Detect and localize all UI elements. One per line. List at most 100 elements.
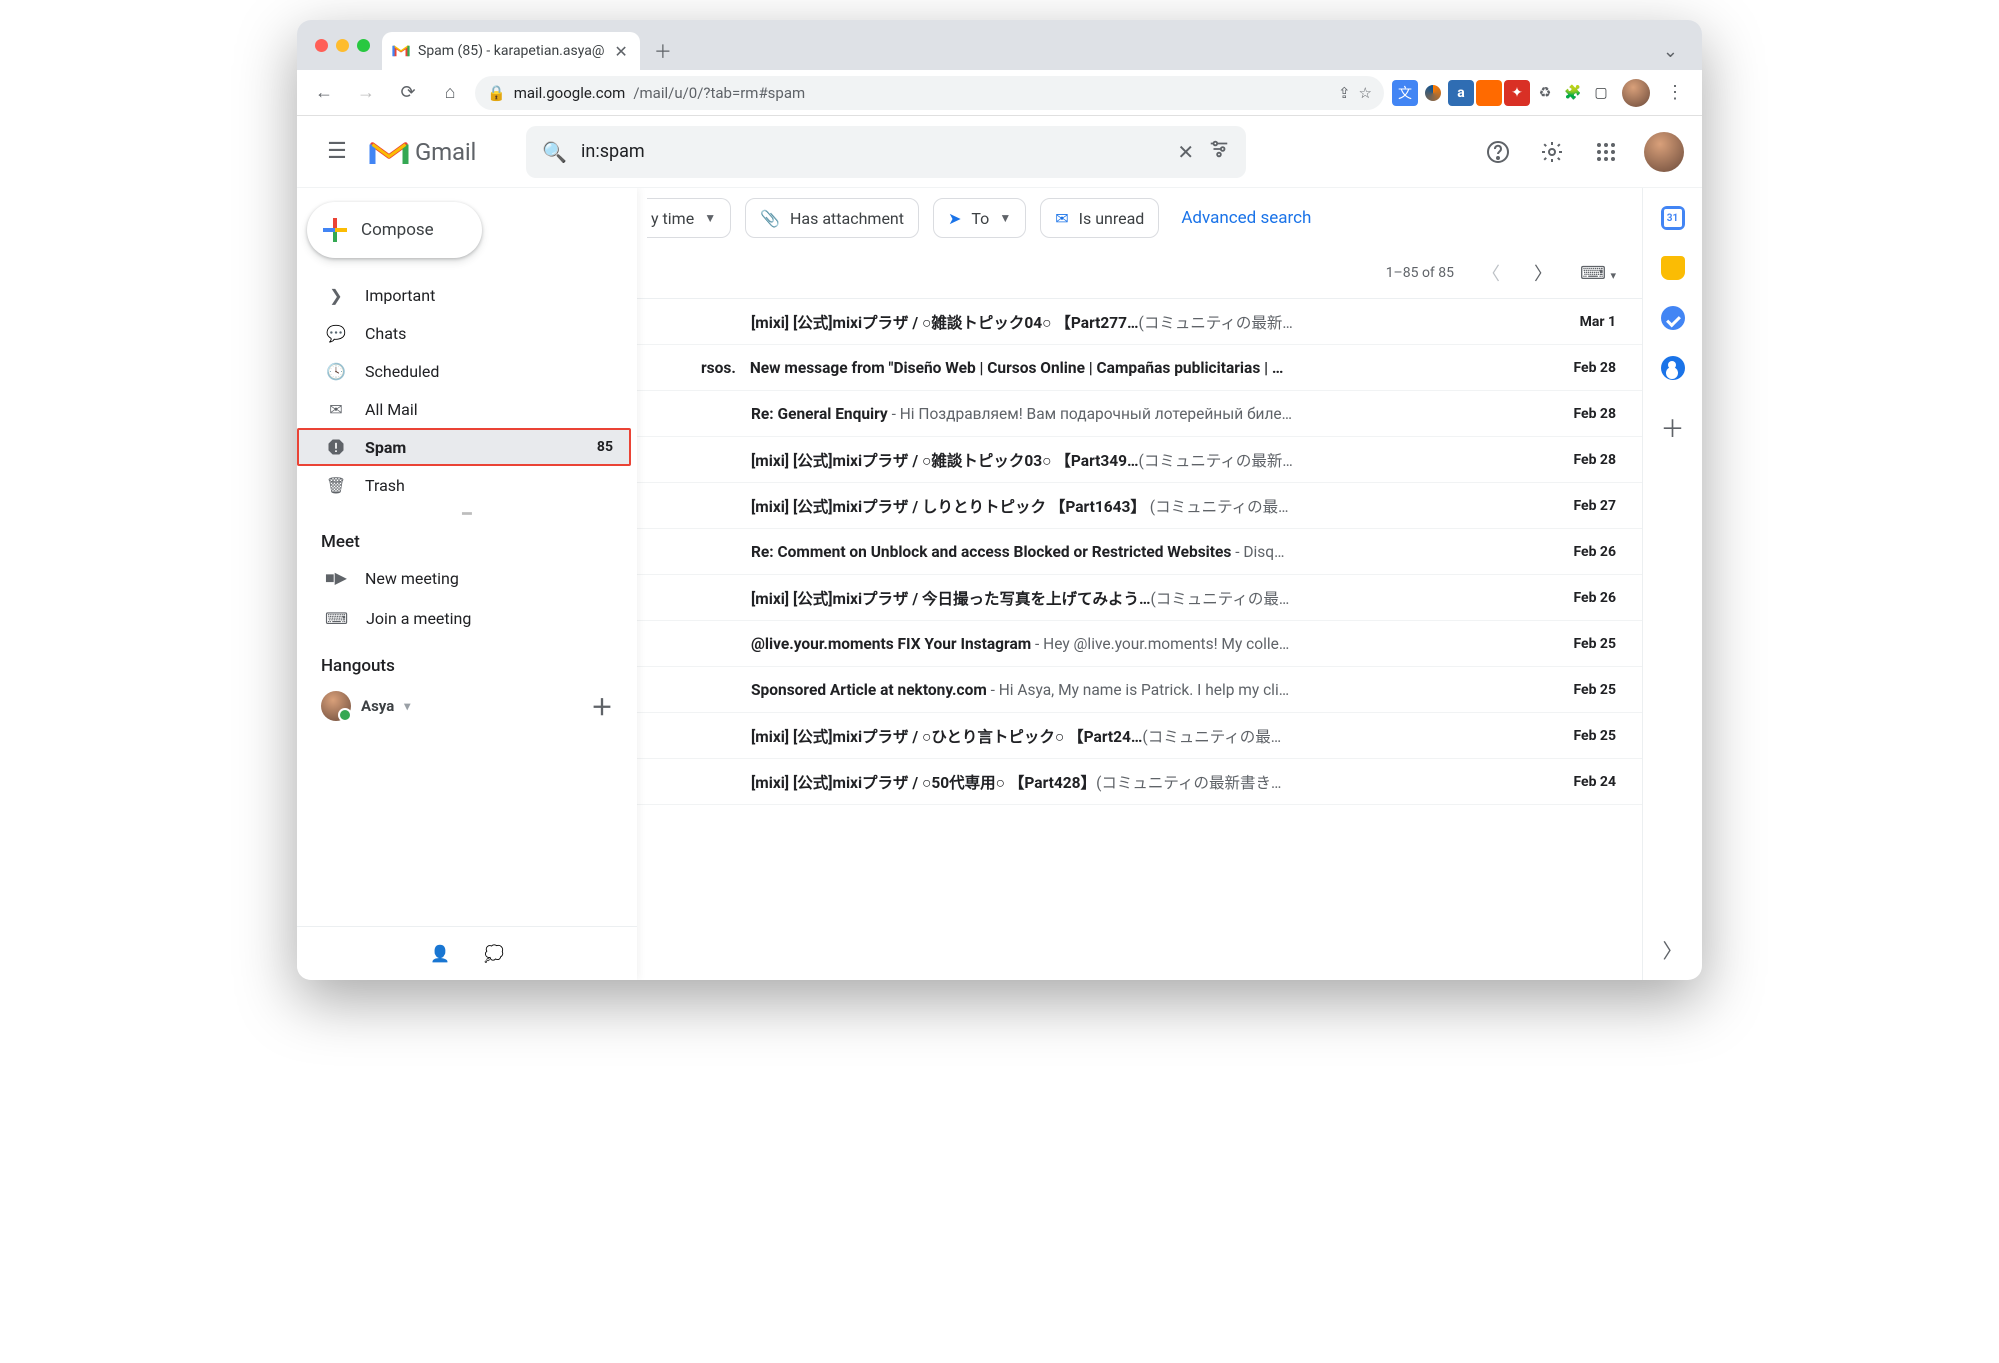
account-avatar[interactable]: [1644, 132, 1684, 172]
extension-box[interactable]: ▢: [1588, 80, 1614, 106]
next-page-button[interactable]: 〉: [1528, 256, 1558, 290]
email-subject: [mixi] [公式]mixiプラザ / しりとりトピック 【Part1643】…: [751, 495, 1532, 517]
sidebar-item-all-mail[interactable]: ✉ All Mail: [297, 390, 637, 428]
close-window-button[interactable]: [315, 39, 328, 52]
tabs-overflow-button[interactable]: ⌄: [1649, 41, 1692, 70]
page-range: 1–85 of 85: [1386, 265, 1454, 281]
side-panel: ＋ 〉: [1642, 188, 1702, 980]
search-icon: 🔍: [542, 140, 567, 164]
address-bar[interactable]: 🔒 mail.google.com/mail/u/0/?tab=rm#spam …: [475, 76, 1384, 110]
email-subject: Re: Comment on Unblock and access Blocke…: [751, 543, 1532, 561]
sidebar-item-chats[interactable]: 💬 Chats: [297, 314, 637, 352]
sidebar: Compose ❯ Important 💬 Chats 🕓 Scheduled …: [297, 188, 637, 980]
sidebar-item-spam[interactable]: Spam 85: [297, 428, 631, 466]
search-input[interactable]: [581, 141, 1163, 162]
email-row[interactable]: rsos.New message from "Diseño Web | Curs…: [637, 345, 1642, 391]
email-subject: Re: General Enquiry - Ні Поздравляем! Ва…: [751, 405, 1532, 423]
email-list: [mixi] [公式]mixiプラザ / ○雑談トピック04○ 【Part277…: [637, 298, 1642, 980]
chip-label: y time: [651, 209, 694, 228]
join-meeting-button[interactable]: ⌨ Join a meeting: [297, 598, 637, 638]
email-row[interactable]: @live.your.moments FIX Your Instagram - …: [637, 621, 1642, 667]
filter-chip-is-unread[interactable]: ✉ Is unread: [1040, 198, 1159, 238]
folder-list: ❯ Important 💬 Chats 🕓 Scheduled ✉ All Ma…: [297, 276, 637, 504]
filter-chip-to[interactable]: ➤ To ▼: [933, 198, 1026, 238]
sidebar-item-scheduled[interactable]: 🕓 Scheduled: [297, 352, 637, 390]
extension-similarweb[interactable]: [1420, 80, 1446, 106]
contacts-addon[interactable]: [1661, 356, 1685, 380]
email-row[interactable]: [mixi] [公式]mixiプラザ / ○雑談トピック03○ 【Part349…: [637, 437, 1642, 483]
extension-recycle[interactable]: ♻: [1532, 80, 1558, 106]
new-meeting-button[interactable]: ■▶ New meeting: [297, 558, 637, 598]
settings-button[interactable]: [1530, 130, 1574, 174]
email-row[interactable]: [mixi] [公式]mixiプラザ / ○雑談トピック04○ 【Part277…: [637, 299, 1642, 345]
clear-search-button[interactable]: ✕: [1177, 140, 1194, 164]
sidebar-item-label: Important: [365, 286, 435, 305]
email-row[interactable]: Re: General Enquiry - Ні Поздравляем! Ва…: [637, 391, 1642, 437]
support-button[interactable]: [1476, 130, 1520, 174]
email-row[interactable]: [mixi] [公式]mixiプラザ / しりとりトピック 【Part1643】…: [637, 483, 1642, 529]
attachment-icon: 📎: [760, 209, 780, 228]
extensions-button[interactable]: 🧩: [1560, 80, 1586, 106]
tasks-addon[interactable]: [1661, 306, 1685, 330]
extension-translate[interactable]: 文: [1392, 80, 1418, 106]
drag-handle[interactable]: ━: [297, 504, 637, 514]
search-bar[interactable]: 🔍 ✕: [526, 126, 1246, 178]
new-hangout-button[interactable]: ＋: [591, 690, 613, 722]
email-date: Feb 25: [1546, 682, 1616, 698]
forward-button[interactable]: →: [349, 76, 383, 110]
filter-chip-has-attachment[interactable]: 📎 Has attachment: [745, 198, 919, 238]
calendar-addon[interactable]: [1661, 206, 1685, 230]
contacts-tab-icon[interactable]: 👤: [430, 944, 450, 963]
prev-page-button[interactable]: 〈: [1476, 256, 1506, 290]
main-menu-button[interactable]: ☰: [315, 130, 359, 174]
label-important-icon: ❯: [325, 286, 347, 305]
hangouts-avatar: [321, 691, 351, 721]
email-row[interactable]: [mixi] [公式]mixiプラザ / ○50代専用○ 【Part428】(コ…: [637, 759, 1642, 805]
filter-chip-row: y time ▼ 📎 Has attachment ➤ To ▼ ✉ Is un…: [637, 188, 1642, 248]
compose-button[interactable]: Compose: [307, 202, 482, 258]
share-icon[interactable]: ⇪: [1338, 84, 1351, 102]
back-button[interactable]: ←: [307, 76, 341, 110]
videocam-icon: ■▶: [325, 568, 347, 588]
extension-ahrefs[interactable]: a: [1448, 80, 1474, 106]
lock-icon: 🔒: [487, 84, 506, 102]
chevron-down-icon: ▾: [404, 699, 410, 713]
sidebar-item-label: Trash: [365, 476, 405, 495]
chip-label: To: [971, 209, 989, 228]
maximize-window-button[interactable]: [357, 39, 370, 52]
url-host: mail.google.com: [514, 84, 626, 102]
google-apps-button[interactable]: [1584, 130, 1628, 174]
advanced-search-link[interactable]: Advanced search: [1181, 208, 1311, 228]
email-row[interactable]: [mixi] [公式]mixiプラザ / 今日撮った写真を上げてみよう…(コミュ…: [637, 575, 1642, 621]
chip-label: Has attachment: [790, 209, 904, 228]
star-icon[interactable]: ☆: [1359, 84, 1372, 102]
hide-side-panel-button[interactable]: 〉: [1663, 935, 1683, 964]
minimize-window-button[interactable]: [336, 39, 349, 52]
email-row[interactable]: Sponsored Article at nektony.com - Hi As…: [637, 667, 1642, 713]
email-row[interactable]: Re: Comment on Unblock and access Blocke…: [637, 529, 1642, 575]
new-tab-button[interactable]: ＋: [648, 36, 678, 66]
search-options-button[interactable]: [1208, 138, 1230, 165]
input-tools-button[interactable]: ⌨ ▾: [1580, 263, 1616, 284]
extension-orange[interactable]: [1476, 80, 1502, 106]
window-controls: [315, 20, 370, 70]
extension-red[interactable]: ✦: [1504, 80, 1530, 106]
hangouts-tab-icon[interactable]: 💭: [484, 944, 504, 963]
email-date: Feb 28: [1546, 360, 1616, 376]
gmail-logo[interactable]: Gmail: [369, 137, 476, 167]
browser-tab[interactable]: Spam (85) - karapetian.asya@ ✕: [382, 32, 640, 70]
hangouts-user-row[interactable]: Asya ▾ ＋: [297, 682, 637, 726]
profile-avatar[interactable]: [1622, 79, 1650, 107]
home-button[interactable]: ⌂: [433, 76, 467, 110]
email-date: Feb 27: [1546, 498, 1616, 514]
reload-button[interactable]: ⟳: [391, 76, 425, 110]
get-addons-button[interactable]: ＋: [1659, 412, 1687, 440]
filter-chip-any-time[interactable]: y time ▼: [647, 198, 731, 238]
sidebar-item-trash[interactable]: 🗑 Trash: [297, 466, 637, 504]
keep-addon[interactable]: [1661, 256, 1685, 280]
close-tab-button[interactable]: ✕: [612, 40, 629, 63]
email-date: Feb 28: [1546, 406, 1616, 422]
chrome-menu-button[interactable]: ⋮: [1658, 76, 1692, 110]
email-row[interactable]: [mixi] [公式]mixiプラザ / ○ひとり言トピック○ 【Part24……: [637, 713, 1642, 759]
sidebar-item-important[interactable]: ❯ Important: [297, 276, 637, 314]
